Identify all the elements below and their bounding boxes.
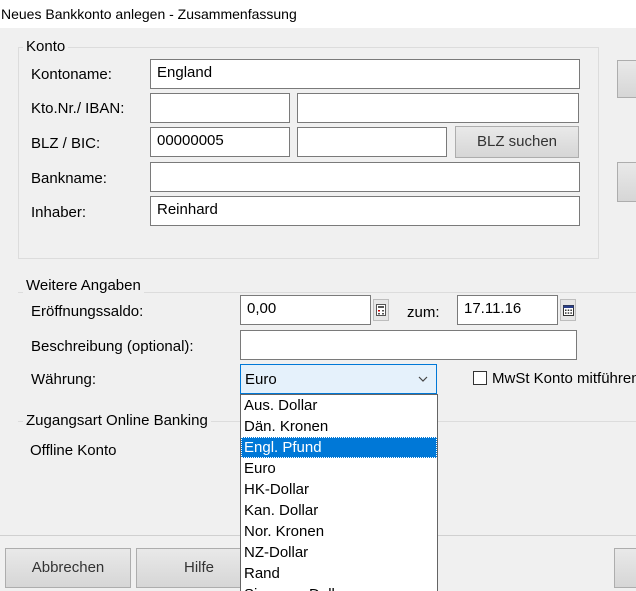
ktonr-field[interactable]: [150, 93, 290, 123]
waehrung-selected-value: Euro: [245, 371, 277, 388]
waehrung-option[interactable]: Rand: [241, 563, 437, 584]
konto-legend: Konto: [23, 38, 69, 56]
waehrung-label: Währung:: [31, 371, 97, 388]
abbrechen-button[interactable]: Abbrechen: [5, 548, 131, 588]
inhaber-field[interactable]: Reinhard: [150, 196, 580, 226]
blz-field[interactable]: 00000005: [150, 127, 290, 157]
eroeffnung-field[interactable]: 0,00: [240, 295, 371, 325]
side-button-top[interactable]: [617, 60, 636, 98]
ktonr-label: Kto.Nr./ IBAN:: [31, 100, 125, 117]
window-title: Neues Bankkonto anlegen - Zusammenfassun…: [0, 0, 636, 28]
beschreibung-label: Beschreibung (optional):: [31, 338, 194, 355]
bankname-label: Bankname:: [31, 170, 107, 187]
beschreibung-field[interactable]: [240, 330, 577, 360]
mwst-label[interactable]: MwSt Konto mitführen: [492, 369, 636, 389]
side-button-bottom[interactable]: [617, 162, 636, 202]
calendar-icon: [562, 304, 574, 316]
chevron-down-icon[interactable]: [418, 369, 428, 392]
zugang-legend: Zugangsart Online Banking: [23, 412, 211, 430]
calendar-button[interactable]: [560, 299, 576, 321]
blz-suchen-button[interactable]: BLZ suchen: [455, 126, 579, 158]
bic-field[interactable]: [297, 127, 447, 157]
inhaber-label: Inhaber:: [31, 204, 87, 221]
kontoname-field[interactable]: England: [150, 59, 580, 89]
weitere-legend: Weitere Angaben: [23, 277, 144, 295]
bankname-field[interactable]: [150, 162, 580, 192]
iban-field[interactable]: [297, 93, 579, 123]
waehrung-select[interactable]: Euro: [240, 364, 437, 394]
waehrung-option[interactable]: Engl. Pfund: [241, 437, 437, 458]
waehrung-option[interactable]: HK-Dollar: [241, 479, 437, 500]
calculator-icon: [376, 304, 386, 316]
mwst-checkbox[interactable]: [473, 371, 487, 385]
waehrung-option[interactable]: Singapur-Dollar: [241, 584, 437, 591]
calculator-button[interactable]: [373, 299, 389, 321]
waehrung-option[interactable]: Kan. Dollar: [241, 500, 437, 521]
waehrung-option[interactable]: Euro: [241, 458, 437, 479]
waehrung-option[interactable]: NZ-Dollar: [241, 542, 437, 563]
zugang-value: Offline Konto: [30, 442, 117, 459]
waehrung-dropdown-list[interactable]: Aus. Dollar Dän. Kronen Engl. Pfund Euro HK-…: [240, 394, 438, 591]
waehrung-option[interactable]: Nor. Kronen: [241, 521, 437, 542]
footer-right-button[interactable]: [614, 548, 636, 588]
waehrung-option[interactable]: Dän. Kronen: [241, 416, 437, 437]
zum-label: zum:: [407, 304, 440, 321]
eroeffnung-label: Eröffnungssaldo:: [31, 303, 144, 320]
kontoname-label: Kontoname:: [31, 66, 112, 83]
zum-date-field[interactable]: 17.11.16: [457, 295, 558, 325]
waehrung-option[interactable]: Aus. Dollar: [241, 395, 437, 416]
blz-label: BLZ / BIC:: [31, 135, 101, 152]
